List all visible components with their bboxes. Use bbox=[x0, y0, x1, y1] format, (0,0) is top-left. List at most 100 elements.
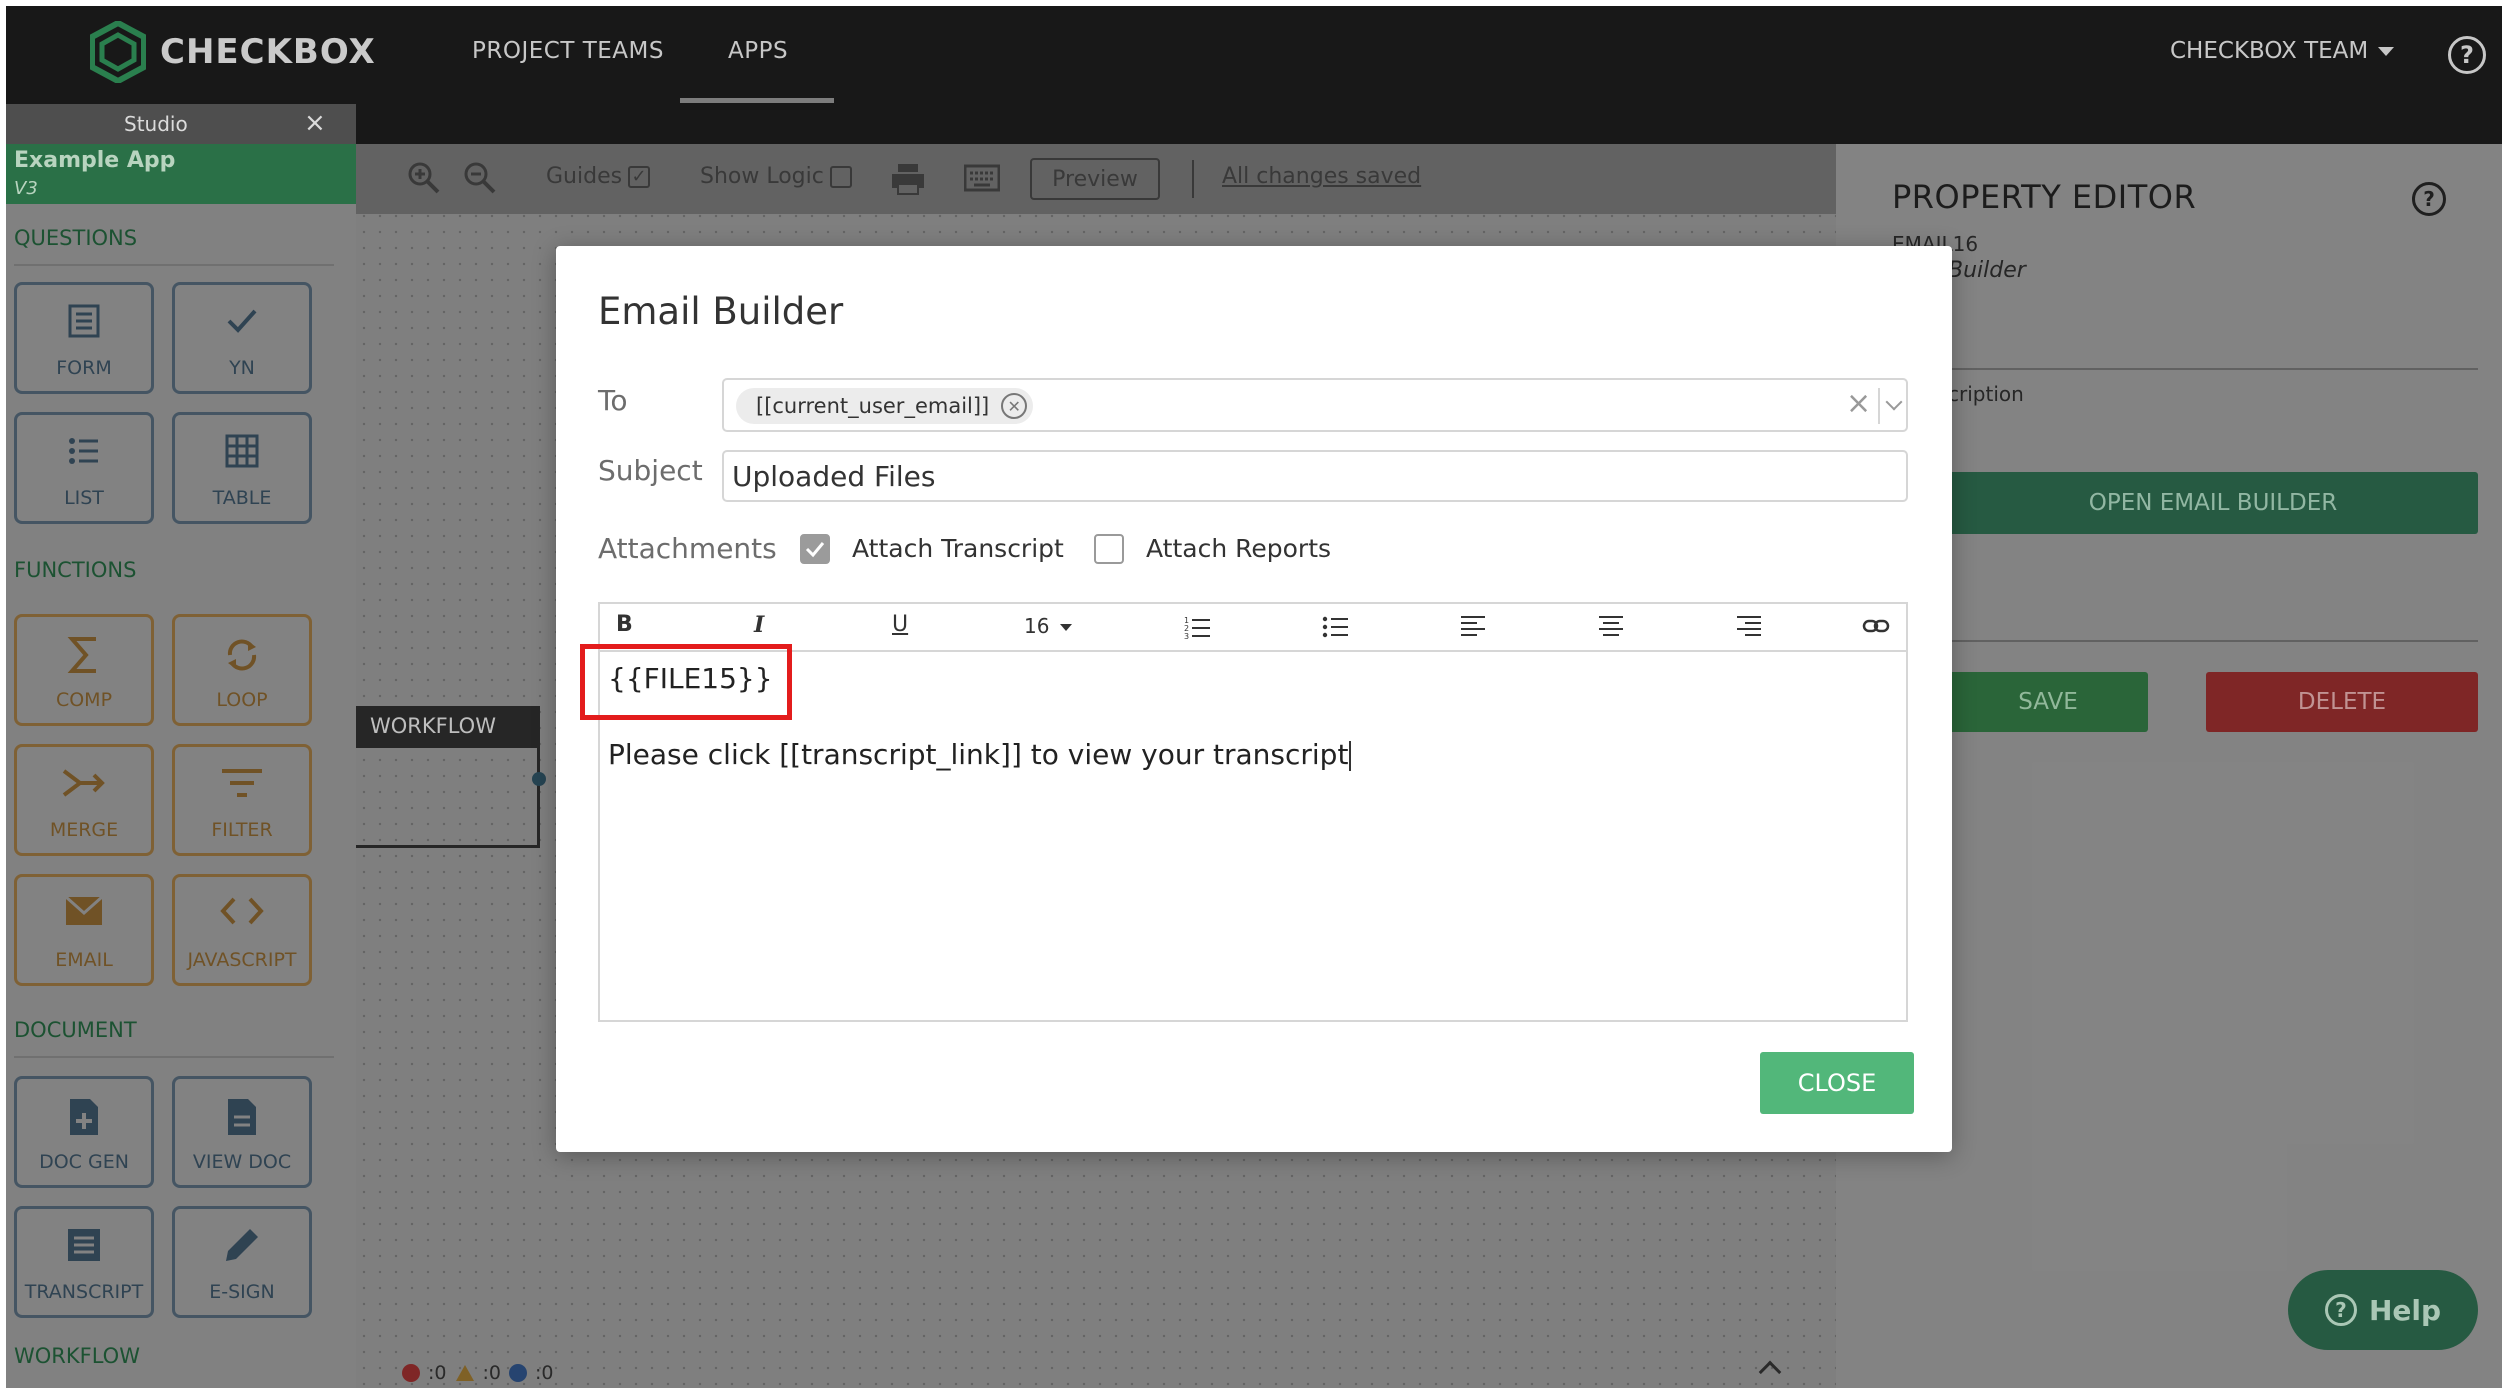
link-icon[interactable] bbox=[1862, 616, 1890, 636]
zoom-out-icon[interactable] bbox=[462, 160, 498, 196]
tile-list[interactable]: LIST bbox=[14, 412, 154, 524]
workflow-node-header[interactable]: WORKFLOW bbox=[356, 706, 540, 748]
component-sidebar: Example App V3 QUESTIONS FORM YN LIST TA… bbox=[6, 144, 356, 1388]
keyboard-icon[interactable] bbox=[964, 164, 1000, 192]
error-count: :0 bbox=[428, 1362, 447, 1384]
tile-javascript[interactable]: JAVASCRIPT bbox=[172, 874, 312, 986]
tile-label: YN bbox=[229, 357, 255, 379]
studio-tab-label: Studio bbox=[124, 112, 188, 136]
preview-button[interactable]: Preview bbox=[1030, 158, 1160, 200]
font-size-select[interactable]: 16 bbox=[1024, 614, 1072, 638]
tile-view-doc[interactable]: VIEW DOC bbox=[172, 1076, 312, 1188]
doc-icon bbox=[228, 1099, 256, 1135]
guides-checkbox[interactable]: ✓ bbox=[628, 165, 651, 188]
tile-table[interactable]: TABLE bbox=[172, 412, 312, 524]
show-logic-label: Show Logic bbox=[700, 164, 824, 189]
clear-icon[interactable]: × bbox=[1846, 386, 1871, 421]
print-icon[interactable] bbox=[890, 162, 926, 196]
section-divider bbox=[14, 264, 334, 266]
subject-label: Subject bbox=[598, 454, 703, 487]
nav-tab-apps[interactable]: APPS bbox=[728, 38, 788, 64]
chevron-down-icon[interactable] bbox=[1885, 393, 1903, 411]
subject-input[interactable]: Uploaded Files bbox=[722, 450, 1908, 502]
tile-label: DOC GEN bbox=[39, 1151, 129, 1173]
property-editor-title: PROPERTY EDITOR bbox=[1892, 178, 2197, 216]
show-logic-checkbox[interactable] bbox=[829, 165, 852, 188]
text-cursor bbox=[1349, 741, 1352, 771]
tile-email[interactable]: EMAIL bbox=[14, 874, 154, 986]
to-field[interactable]: [[current_user_email]] ✕ × bbox=[722, 378, 1908, 432]
info-icon bbox=[509, 1364, 527, 1382]
tile-label: TRANSCRIPT bbox=[24, 1281, 144, 1303]
connector-dot[interactable] bbox=[532, 772, 546, 786]
attach-transcript-label[interactable]: Attach Transcript bbox=[852, 534, 1064, 563]
italic-button[interactable]: I bbox=[754, 612, 764, 638]
tile-label: VIEW DOC bbox=[192, 1151, 292, 1173]
recipient-chip[interactable]: [[current_user_email]] ✕ bbox=[736, 388, 1034, 424]
align-center-icon[interactable] bbox=[1598, 614, 1624, 640]
email-body-editor[interactable]: B I U 16 123 {{FILE15}} Please click [[t… bbox=[598, 602, 1908, 1022]
studio-tab[interactable]: Studio × bbox=[6, 104, 356, 144]
list-icon bbox=[69, 438, 98, 464]
align-left-icon[interactable] bbox=[1460, 614, 1486, 640]
attach-transcript-checkbox[interactable] bbox=[800, 534, 830, 564]
workflow-node[interactable] bbox=[356, 748, 540, 848]
brand-logo[interactable]: CHECKBOX bbox=[90, 20, 376, 84]
nav-tab-project-teams[interactable]: PROJECT TEAMS bbox=[472, 38, 664, 64]
bold-button[interactable]: B bbox=[616, 612, 633, 637]
remove-chip-icon[interactable]: ✕ bbox=[1001, 393, 1028, 419]
align-right-icon[interactable] bbox=[1736, 614, 1762, 640]
attach-reports-checkbox[interactable] bbox=[1094, 534, 1124, 564]
warning-count: :0 bbox=[482, 1362, 502, 1384]
zoom-in-icon[interactable] bbox=[406, 160, 442, 196]
close-icon[interactable]: × bbox=[304, 108, 326, 138]
tile-doc-gen[interactable]: DOC GEN bbox=[14, 1076, 154, 1188]
tile-label: FORM bbox=[56, 357, 112, 379]
help-label: Help bbox=[2368, 1293, 2442, 1327]
validation-status: :0 :0 :0 bbox=[402, 1362, 554, 1384]
tile-transcript[interactable]: TRANSCRIPT bbox=[14, 1206, 154, 1318]
doc-plus-icon bbox=[70, 1099, 98, 1135]
tile-yn[interactable]: YN bbox=[172, 282, 312, 394]
show-logic-toggle[interactable]: Show Logic bbox=[700, 164, 852, 189]
checkbox-logo-icon bbox=[90, 21, 146, 83]
chevron-up-icon[interactable] bbox=[1758, 1360, 1782, 1384]
close-button[interactable]: CLOSE bbox=[1760, 1052, 1914, 1114]
tile-label: EMAIL bbox=[55, 949, 113, 971]
loop-icon bbox=[227, 639, 257, 671]
delete-button[interactable]: DELETE bbox=[2206, 672, 2478, 732]
help-circle-icon[interactable]: ? bbox=[2412, 182, 2446, 216]
attach-reports-label[interactable]: Attach Reports bbox=[1146, 534, 1331, 563]
ordered-list-icon[interactable]: 123 bbox=[1184, 614, 1212, 640]
filter-icon bbox=[222, 769, 262, 797]
tile-label: TABLE bbox=[212, 487, 272, 509]
table-icon bbox=[225, 434, 259, 468]
active-tab-indicator bbox=[680, 98, 834, 103]
save-button[interactable]: SAVE bbox=[1948, 672, 2148, 732]
section-label-questions: QUESTIONS bbox=[14, 226, 138, 250]
bullet-list-icon[interactable] bbox=[1322, 614, 1350, 640]
tile-loop[interactable]: LOOP bbox=[172, 614, 312, 726]
editor-toolbar: B I U 16 123 bbox=[600, 604, 1906, 652]
team-dropdown[interactable]: CHECKBOX TEAM bbox=[2170, 38, 2395, 64]
transcript-icon bbox=[68, 1229, 100, 1261]
font-size-value: 16 bbox=[1024, 614, 1050, 638]
save-status-link[interactable]: All changes saved bbox=[1222, 164, 1421, 189]
highlight-box bbox=[580, 644, 792, 720]
field-separator bbox=[1878, 388, 1880, 424]
tile-label: E-SIGN bbox=[209, 1281, 275, 1303]
tile-comp[interactable]: COMP bbox=[14, 614, 154, 726]
guides-toggle[interactable]: Guides ✓ bbox=[546, 164, 651, 189]
underline-button[interactable]: U bbox=[892, 612, 908, 637]
help-button[interactable]: ? Help bbox=[2288, 1270, 2478, 1350]
tile-merge[interactable]: MERGE bbox=[14, 744, 154, 856]
open-email-builder-button[interactable]: OPEN EMAIL BUILDER bbox=[1948, 472, 2478, 534]
checkmark-icon bbox=[805, 542, 825, 558]
code-icon bbox=[220, 897, 264, 925]
tile-label: MERGE bbox=[49, 819, 119, 841]
help-icon[interactable]: ? bbox=[2448, 36, 2486, 74]
tile-form[interactable]: FORM bbox=[14, 282, 154, 394]
tile-e-sign[interactable]: E-SIGN bbox=[172, 1206, 312, 1318]
brand-name: CHECKBOX bbox=[160, 32, 376, 72]
tile-filter[interactable]: FILTER bbox=[172, 744, 312, 856]
